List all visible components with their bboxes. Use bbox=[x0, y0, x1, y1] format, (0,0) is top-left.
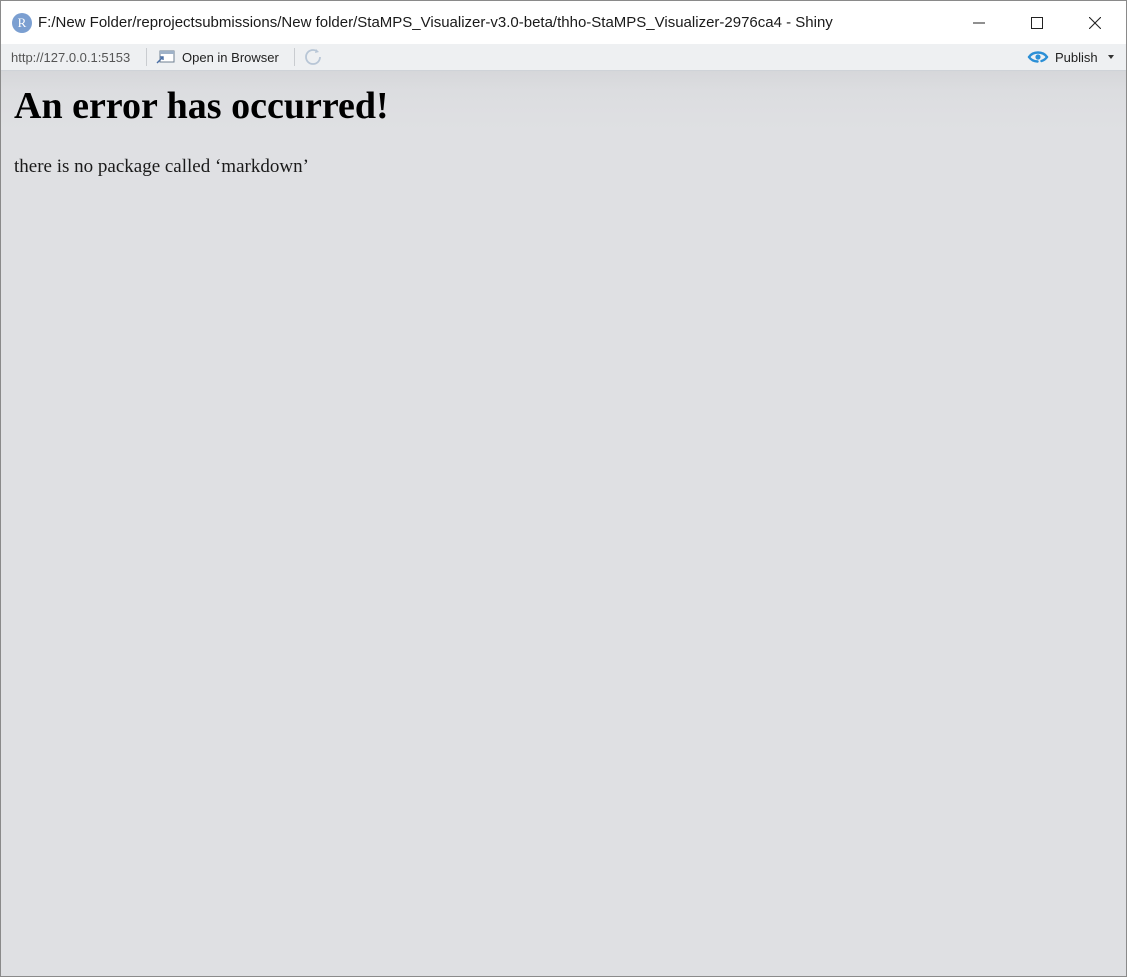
error-message: there is no package called ‘markdown’ bbox=[14, 156, 309, 177]
error-heading: An error has occurred! bbox=[14, 85, 389, 127]
url-display: http://127.0.0.1:5153 bbox=[11, 50, 131, 65]
maximize-icon bbox=[1031, 16, 1043, 29]
open-in-browser-button[interactable]: Open in Browser bbox=[156, 47, 279, 67]
chevron-down-icon[interactable] bbox=[1107, 55, 1114, 59]
minimize-button[interactable] bbox=[950, 1, 1008, 44]
close-button[interactable] bbox=[1066, 1, 1124, 44]
shiny-window: R F:/New Folder/reprojectsubmissions/New… bbox=[0, 0, 1127, 977]
publish-icon bbox=[1027, 51, 1049, 63]
publish-button[interactable]: Publish bbox=[1027, 47, 1114, 67]
maximize-button[interactable] bbox=[1008, 1, 1066, 44]
window-title: F:/New Folder/reprojectsubmissions/New f… bbox=[38, 14, 833, 31]
refresh-icon[interactable] bbox=[303, 47, 323, 67]
title-bar[interactable]: R F:/New Folder/reprojectsubmissions/New… bbox=[1, 1, 1126, 44]
toolbar-separator bbox=[294, 48, 295, 66]
open-in-browser-icon bbox=[156, 50, 175, 64]
toolbar-separator bbox=[146, 48, 147, 66]
open-in-browser-label: Open in Browser bbox=[182, 49, 279, 65]
r-app-icon: R bbox=[12, 13, 32, 33]
viewer-toolbar: http://127.0.0.1:5153 Open in Browser Pu… bbox=[1, 44, 1126, 71]
publish-label: Publish bbox=[1055, 49, 1098, 65]
app-content: An error has occurred! there is no packa… bbox=[1, 71, 1126, 976]
close-icon bbox=[1089, 16, 1101, 29]
minimize-icon bbox=[973, 22, 985, 23]
